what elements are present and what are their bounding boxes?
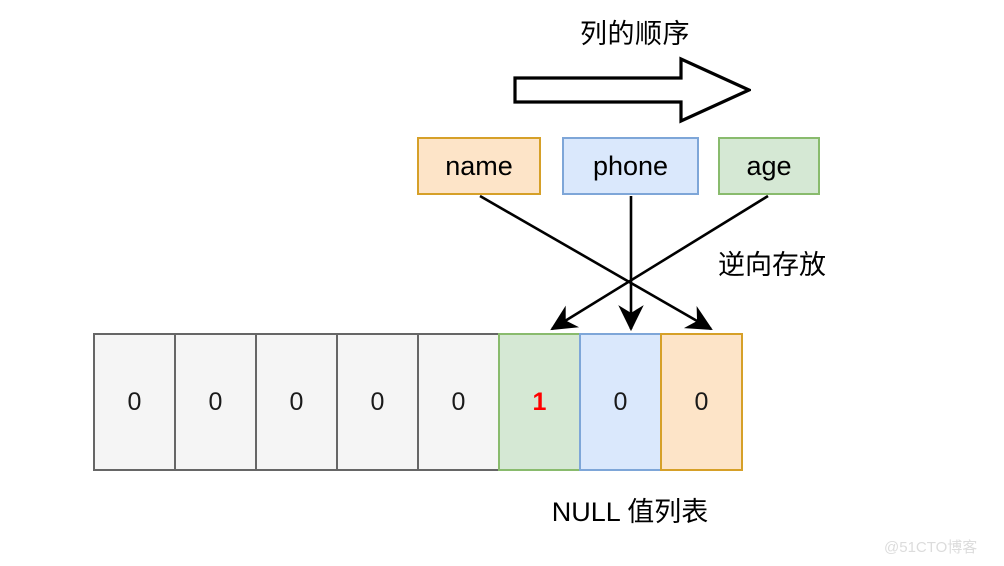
null-bitmap-cell-value: 0 [289, 387, 304, 416]
null-bitmap-cell[interactable]: 0 [417, 333, 500, 471]
diagram-canvas: 列的顺序 name phone age 逆向存放 0 0 0 0 0 1 0 0… [0, 0, 1004, 566]
null-bitmap-cell-value: 0 [451, 387, 466, 416]
null-bitmap-cell-name[interactable]: 0 [660, 333, 743, 471]
column-box-phone[interactable]: phone [562, 137, 699, 195]
watermark: @51CTO博客 [884, 539, 978, 556]
null-bitmap-cell-value: 0 [370, 387, 385, 416]
column-box-name-label: name [445, 150, 513, 181]
arrow-name-to-cell [479, 194, 713, 331]
null-bitmap-cell-value: 0 [694, 387, 709, 416]
null-bitmap-cell-value: 0 [208, 387, 223, 416]
null-bitmap-cell[interactable]: 0 [255, 333, 338, 471]
null-bitmap-cell-phone[interactable]: 0 [579, 333, 662, 471]
null-bitmap-cell-value: 0 [127, 387, 142, 416]
mapping-arrows [479, 194, 769, 332]
null-bitmap-cell-age[interactable]: 1 [498, 333, 581, 471]
null-bitmap-cell[interactable]: 0 [174, 333, 257, 471]
column-box-name[interactable]: name [417, 137, 541, 195]
null-bitmap-cell[interactable]: 0 [93, 333, 176, 471]
reverse-store-note: 逆向存放 [718, 250, 826, 280]
column-box-age-label: age [746, 150, 792, 181]
null-bitmap-cell[interactable]: 0 [336, 333, 419, 471]
column-box-age[interactable]: age [718, 137, 820, 195]
column-box-phone-label: phone [592, 150, 669, 181]
null-bitmap-row: 0 0 0 0 0 1 0 0 [93, 333, 743, 471]
column-order-title: 列的顺序 [580, 19, 690, 49]
null-bitmap-cell-value: 1 [532, 387, 547, 416]
null-list-caption: NULL 值列表 [551, 497, 709, 527]
null-bitmap-cell-value: 0 [613, 387, 628, 416]
right-block-arrow-icon [513, 56, 753, 124]
